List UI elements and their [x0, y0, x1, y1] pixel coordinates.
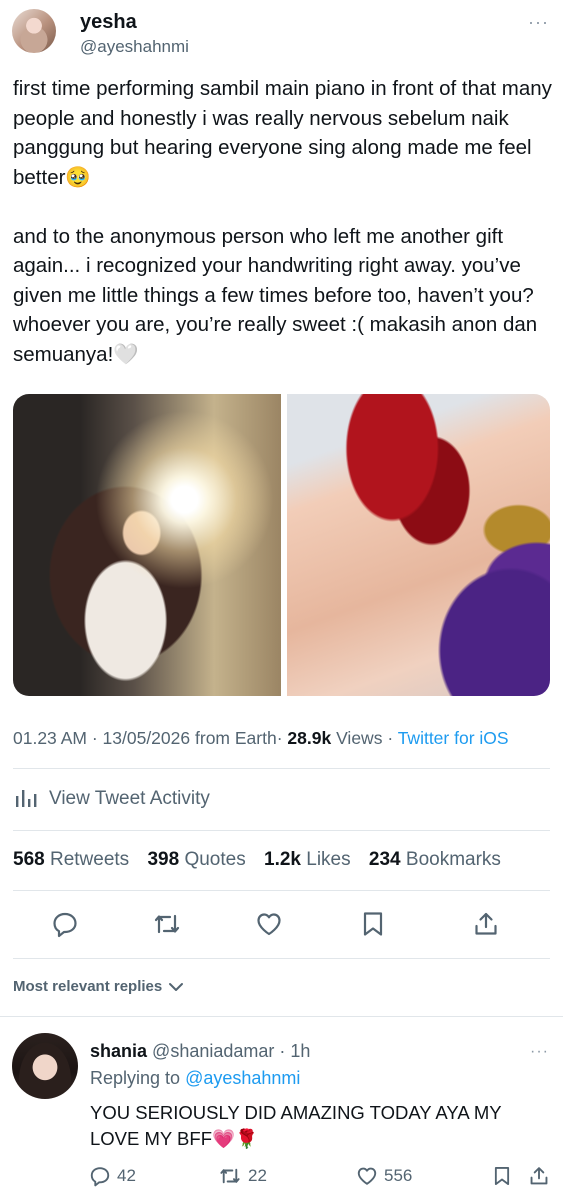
reply-like-button[interactable]: 556	[356, 1165, 412, 1187]
engagement-stats: 568 Retweets 398 Quotes 1.2k Likes 234 B…	[13, 849, 501, 871]
retweet-icon	[154, 914, 180, 934]
share-icon	[475, 912, 497, 935]
views-count: 28.9k	[287, 728, 332, 748]
heart-icon	[357, 1167, 377, 1185]
retweet-icon	[220, 1168, 240, 1184]
sort-label: Most relevant replies	[13, 978, 163, 995]
bookmark-button[interactable]	[357, 908, 389, 940]
share-button[interactable]	[470, 908, 502, 940]
reply-retweet-button[interactable]: 22	[218, 1165, 267, 1187]
author-handle[interactable]: @ayeshahnmi	[80, 37, 189, 57]
retweet-button[interactable]	[151, 908, 183, 940]
reply-share-button[interactable]	[528, 1165, 550, 1187]
reply-author-handle[interactable]: @shaniadamar	[152, 1041, 274, 1061]
client-link[interactable]: Twitter for iOS	[398, 728, 509, 748]
reply-sort-dropdown[interactable]: Most relevant replies	[13, 978, 184, 995]
bookmark-icon	[494, 1167, 510, 1185]
reply-button[interactable]	[49, 908, 81, 940]
author-avatar[interactable]	[12, 9, 56, 53]
view-activity-button[interactable]: View Tweet Activity	[13, 787, 210, 811]
reply-author-name[interactable]: shania	[90, 1041, 147, 1061]
reply-text: YOU SERIOUSLY DID AMAZING TODAY AYA MY L…	[90, 1102, 502, 1149]
author-name[interactable]: yesha	[80, 11, 137, 34]
reply-count: 42	[117, 1166, 136, 1185]
chevron-down-icon	[169, 982, 184, 991]
tweet-date[interactable]: 13/05/2026	[103, 728, 191, 748]
divider	[13, 830, 550, 831]
reply-like-count: 556	[384, 1166, 413, 1185]
tweet-metadata: 01.23 AM · 13/05/2026 from Earth· 28.9k …	[13, 728, 509, 748]
more-options-icon[interactable]: ···	[528, 12, 549, 33]
analytics-icon	[16, 790, 37, 807]
tweet-time[interactable]: 01.23 AM	[13, 728, 87, 748]
reply-time[interactable]: · 1h	[279, 1041, 310, 1061]
likes-stat[interactable]: 1.2k Likes	[264, 849, 351, 870]
reply-more-options-icon[interactable]: ···	[530, 1043, 549, 1061]
divider	[0, 1016, 563, 1017]
reply-retweet-count: 22	[248, 1166, 267, 1185]
bookmark-icon	[363, 912, 383, 936]
divider	[13, 890, 550, 891]
retweets-stat[interactable]: 568 Retweets	[13, 849, 129, 870]
tweet-photo-selfie[interactable]	[13, 394, 281, 696]
share-icon	[530, 1167, 548, 1185]
heart-icon	[257, 913, 281, 936]
replying-to-handle[interactable]: @ayeshahnmi	[185, 1068, 300, 1088]
reply-author-line: shania @shaniadamar · 1h	[90, 1041, 310, 1062]
divider	[13, 768, 550, 769]
tweet-text: first time performing sambil main piano …	[13, 77, 552, 366]
reply-bookmark-button[interactable]	[492, 1165, 512, 1187]
tweet-location: from Earth	[195, 728, 277, 748]
reply-author-avatar[interactable]	[12, 1033, 78, 1099]
reply-reply-button[interactable]: 42	[89, 1165, 136, 1187]
replying-to: Replying to @ayeshahnmi	[90, 1068, 301, 1088]
bookmarks-stat[interactable]: 234 Bookmarks	[369, 849, 501, 870]
reply-icon	[90, 1167, 110, 1187]
divider	[13, 958, 550, 959]
like-button[interactable]	[253, 908, 285, 940]
quotes-stat[interactable]: 398 Quotes	[147, 849, 245, 870]
activity-label: View Tweet Activity	[49, 788, 210, 809]
reply-icon	[53, 912, 77, 938]
views-label: Views	[336, 728, 383, 748]
tweet-photo-bouquet[interactable]	[287, 394, 550, 696]
